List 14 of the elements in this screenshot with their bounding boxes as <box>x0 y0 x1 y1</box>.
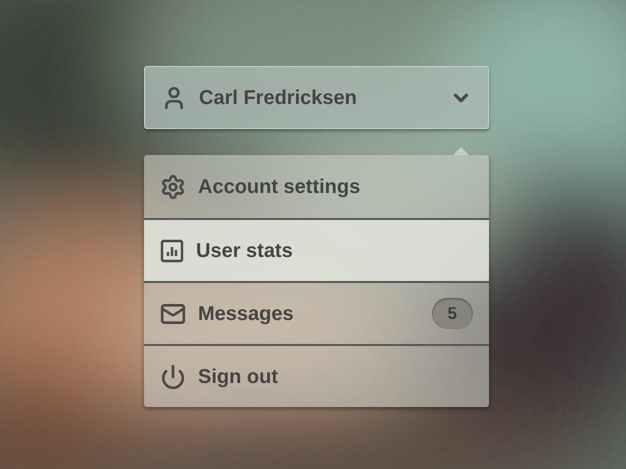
gear-icon <box>160 174 186 200</box>
power-icon <box>160 364 186 390</box>
menu-item-label: User stats <box>196 238 294 264</box>
menu-pointer <box>453 147 469 155</box>
menu-item-label: Messages <box>198 302 295 326</box>
user-menu-button[interactable]: Carl Fredricksen <box>144 66 489 129</box>
menu-item[interactable]: Account settings <box>144 155 489 218</box>
menu-item[interactable]: User stats <box>144 218 489 281</box>
menu-item-label: Sign out <box>198 364 279 390</box>
menu-item[interactable]: Messages 5 <box>144 281 489 344</box>
bar-chart-icon <box>160 238 184 262</box>
menu-item-label: Account settings <box>198 174 362 200</box>
user-name: Carl Fredricksen <box>199 86 358 110</box>
menu-item[interactable]: Sign out <box>144 344 489 407</box>
